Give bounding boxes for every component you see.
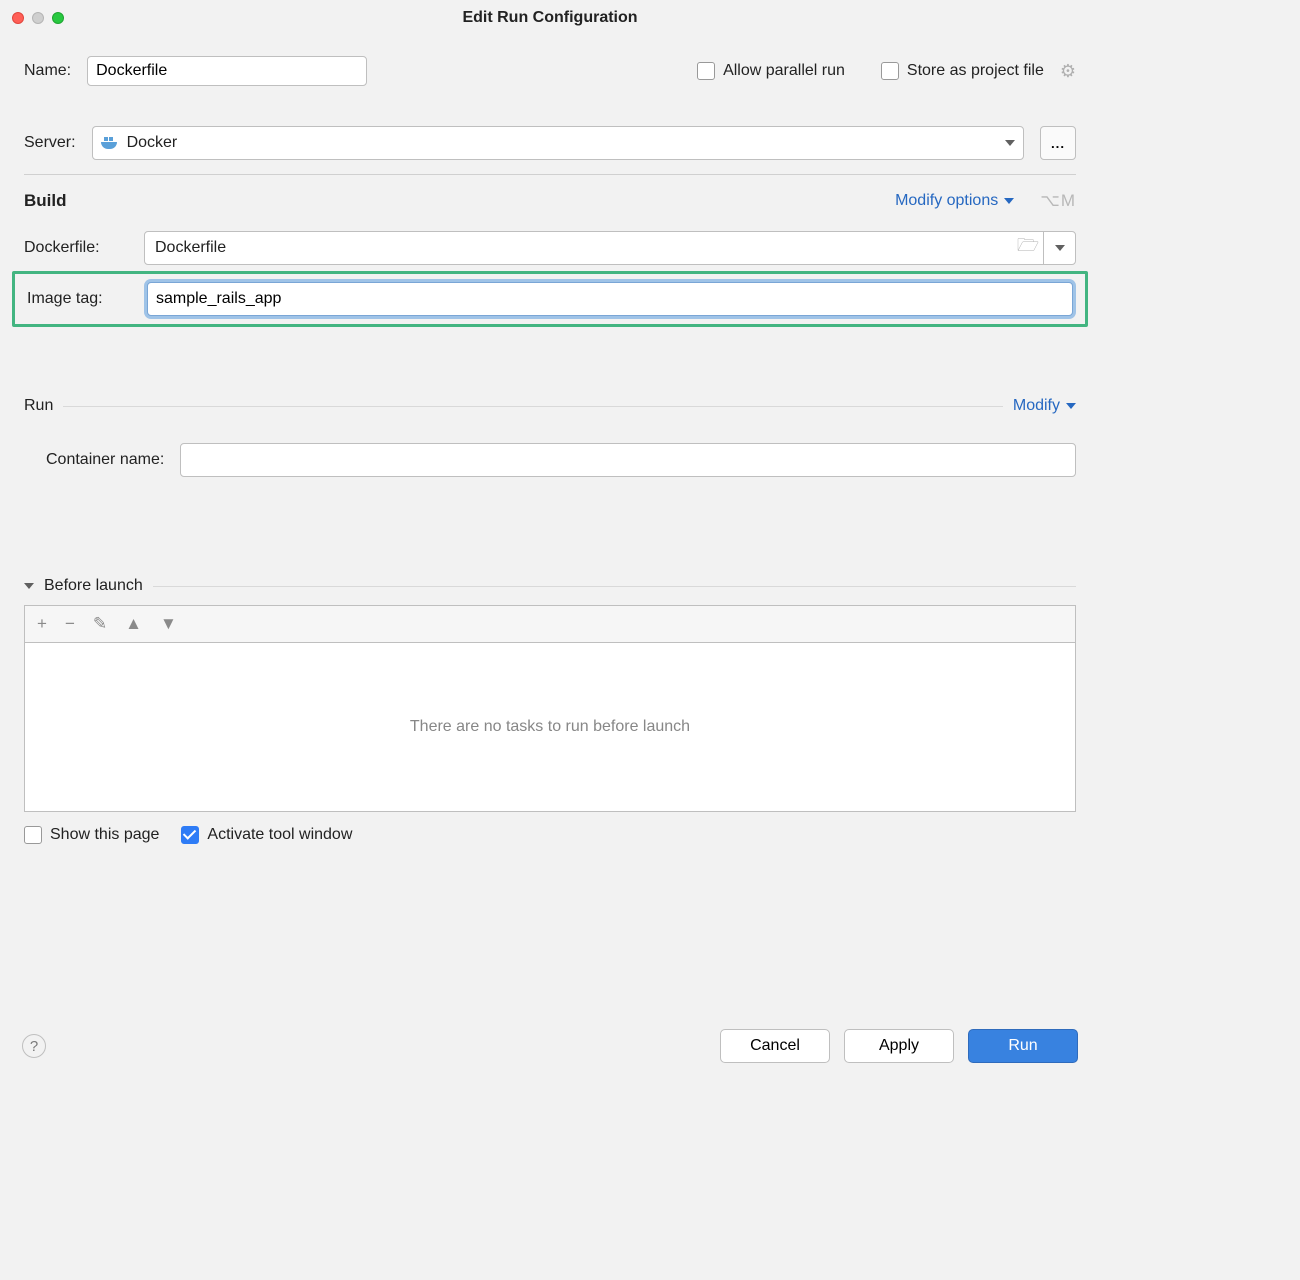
activate-label: Activate tool window xyxy=(207,826,352,844)
store-project-checkbox[interactable]: Store as project file xyxy=(881,62,1044,80)
show-page-box[interactable] xyxy=(24,826,42,844)
add-icon[interactable]: + xyxy=(37,614,47,634)
allow-parallel-box[interactable] xyxy=(697,62,715,80)
dockerfile-value: Dockerfile xyxy=(145,239,1013,257)
down-icon[interactable]: ▼ xyxy=(160,614,177,634)
docker-icon xyxy=(101,137,117,149)
allow-parallel-checkbox[interactable]: Allow parallel run xyxy=(697,62,845,80)
modify-options-link[interactable]: Modify options xyxy=(895,192,1014,210)
run-button[interactable]: Run xyxy=(968,1029,1078,1063)
show-page-checkbox[interactable]: Show this page xyxy=(24,826,159,844)
image-tag-label: Image tag: xyxy=(27,290,131,308)
server-value: Docker xyxy=(127,134,178,152)
build-header: Build xyxy=(24,191,67,211)
before-launch-toolbar: + − ✎ ▲ ▼ xyxy=(24,605,1076,642)
before-launch-empty: There are no tasks to run before launch xyxy=(410,718,690,736)
allow-parallel-label: Allow parallel run xyxy=(723,62,845,80)
name-input[interactable] xyxy=(87,56,367,86)
chevron-down-icon xyxy=(1004,198,1014,204)
dockerfile-combo[interactable]: Dockerfile 🗁 xyxy=(144,231,1076,265)
gear-icon[interactable]: ⚙ xyxy=(1060,61,1076,82)
before-launch-header: Before launch xyxy=(44,577,143,595)
modify-options-shortcut: ⌥M xyxy=(1040,191,1076,211)
server-browse-button[interactable]: ... xyxy=(1040,126,1076,160)
window-title: Edit Run Configuration xyxy=(0,9,1100,27)
apply-button[interactable]: Apply xyxy=(844,1029,954,1063)
store-project-label: Store as project file xyxy=(907,62,1044,80)
help-button[interactable]: ? xyxy=(22,1034,46,1058)
show-page-label: Show this page xyxy=(50,826,159,844)
server-label: Server: xyxy=(24,134,76,152)
name-label: Name: xyxy=(24,62,71,80)
expand-icon[interactable] xyxy=(24,583,34,589)
run-header: Run xyxy=(24,397,53,415)
chevron-down-icon xyxy=(1066,403,1076,409)
up-icon[interactable]: ▲ xyxy=(125,614,142,634)
modify-run-link[interactable]: Modify xyxy=(1013,397,1076,415)
folder-icon[interactable]: 🗁 xyxy=(1013,233,1043,263)
chevron-down-icon[interactable] xyxy=(1043,232,1075,264)
activate-box[interactable] xyxy=(181,826,199,844)
chevron-down-icon xyxy=(1005,140,1015,146)
container-name-label: Container name: xyxy=(46,451,164,469)
image-tag-input[interactable] xyxy=(147,282,1073,316)
container-name-input[interactable] xyxy=(180,443,1076,477)
titlebar: Edit Run Configuration xyxy=(0,0,1100,36)
before-launch-panel: There are no tasks to run before launch xyxy=(24,642,1076,812)
remove-icon[interactable]: − xyxy=(65,614,75,634)
store-project-box[interactable] xyxy=(881,62,899,80)
dockerfile-label: Dockerfile: xyxy=(24,239,128,257)
image-tag-row: Image tag: xyxy=(12,271,1088,327)
server-combo[interactable]: Docker xyxy=(92,126,1024,160)
activate-checkbox[interactable]: Activate tool window xyxy=(181,826,352,844)
edit-icon[interactable]: ✎ xyxy=(93,614,107,634)
cancel-button[interactable]: Cancel xyxy=(720,1029,830,1063)
